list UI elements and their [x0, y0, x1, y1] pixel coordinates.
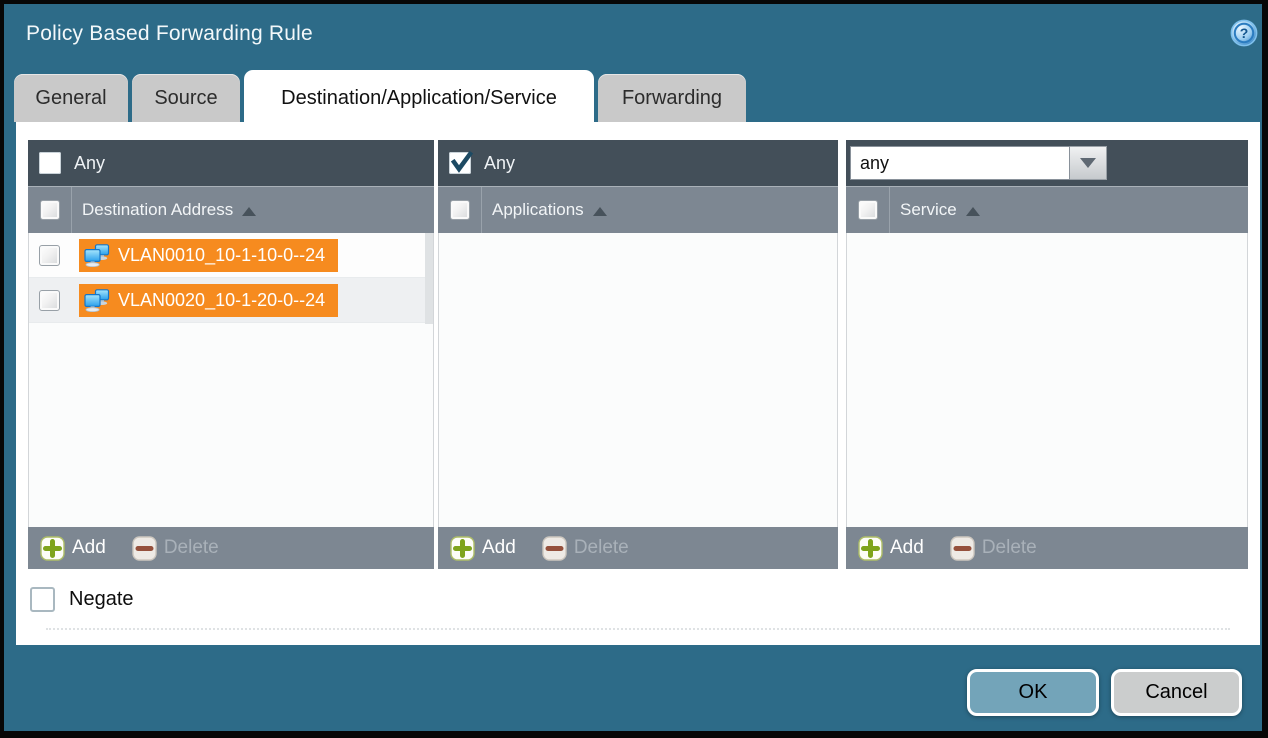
svg-text:?: ?: [1240, 25, 1249, 41]
sort-asc-icon: [966, 207, 980, 216]
select-all-cell: [28, 187, 72, 233]
minus-icon: [132, 536, 157, 561]
add-label: Add: [890, 537, 924, 559]
destination-any-bar: Any: [28, 140, 434, 186]
service-dropdown-value[interactable]: any: [850, 146, 1070, 180]
destination-list: VLAN0010_10-1-10-0--24 VLAN0020_10-1-20-…: [28, 233, 434, 527]
select-all-cell: [846, 187, 890, 233]
service-panel: any Service Add: [846, 140, 1248, 569]
service-dropdown-bar: any: [846, 140, 1248, 186]
network-icon: [84, 289, 111, 312]
select-all-cell: [438, 187, 482, 233]
network-icon: [84, 244, 111, 267]
cancel-button[interactable]: Cancel: [1111, 669, 1242, 716]
destination-column-header[interactable]: Destination Address: [28, 186, 434, 233]
plus-icon: [450, 536, 475, 561]
destination-address-panel: Any Destination Address: [28, 140, 434, 569]
tab-label: Source: [154, 87, 217, 110]
tab-label: General: [35, 87, 106, 110]
destination-any-checkbox[interactable]: [39, 152, 61, 174]
tab-source[interactable]: Source: [132, 74, 240, 122]
tab-label: Forwarding: [622, 87, 722, 110]
column-header-label: Destination Address: [82, 200, 233, 220]
destination-footer: Add Delete: [28, 527, 434, 569]
column-header-label: Service: [900, 200, 957, 220]
tab-general[interactable]: General: [14, 74, 128, 122]
address-chip[interactable]: VLAN0020_10-1-20-0--24: [79, 284, 338, 317]
row-checkbox[interactable]: [39, 290, 60, 311]
any-label: Any: [74, 153, 105, 174]
table-row[interactable]: VLAN0020_10-1-20-0--24: [29, 278, 433, 323]
plus-icon: [40, 536, 65, 561]
select-all-checkbox[interactable]: [40, 200, 60, 220]
table-row[interactable]: VLAN0010_10-1-10-0--24: [29, 233, 433, 278]
sort-asc-icon: [593, 207, 607, 216]
checkmark-icon: [450, 150, 474, 174]
plus-icon: [858, 536, 883, 561]
delete-button[interactable]: Delete: [950, 536, 1037, 561]
delete-label: Delete: [574, 537, 629, 559]
service-list: [846, 233, 1248, 527]
tab-destination-application-service[interactable]: Destination/Application/Service: [244, 70, 594, 126]
address-label: VLAN0020_10-1-20-0--24: [118, 290, 325, 311]
select-all-checkbox[interactable]: [858, 200, 878, 220]
sort-asc-icon: [242, 207, 256, 216]
dropdown-button[interactable]: [1070, 146, 1107, 180]
service-dropdown[interactable]: any: [850, 146, 1107, 180]
column-header-label: Applications: [492, 200, 584, 220]
add-label: Add: [482, 537, 516, 559]
address-chip[interactable]: VLAN0010_10-1-10-0--24: [79, 239, 338, 272]
delete-button[interactable]: Delete: [542, 536, 629, 561]
scrollbar[interactable]: [425, 233, 433, 324]
tab-label: Destination/Application/Service: [281, 87, 557, 110]
page-title: Policy Based Forwarding Rule: [26, 22, 313, 46]
negate-label: Negate: [69, 588, 134, 611]
applications-panel: Any Applications Add D: [438, 140, 838, 569]
delete-label: Delete: [982, 537, 1037, 559]
negate-checkbox[interactable]: [30, 587, 55, 612]
delete-button[interactable]: Delete: [132, 536, 219, 561]
help-icon[interactable]: ?: [1230, 19, 1258, 47]
minus-icon: [542, 536, 567, 561]
applications-footer: Add Delete: [438, 527, 838, 569]
service-footer: Add Delete: [846, 527, 1248, 569]
add-button[interactable]: Add: [450, 536, 516, 561]
chevron-down-icon: [1080, 158, 1096, 168]
address-label: VLAN0010_10-1-10-0--24: [118, 245, 325, 266]
delete-label: Delete: [164, 537, 219, 559]
add-button[interactable]: Add: [858, 536, 924, 561]
policy-forwarding-dialog: Policy Based Forwarding Rule ? General S…: [4, 4, 1262, 731]
service-column-header[interactable]: Service: [846, 186, 1248, 233]
applications-list: [438, 233, 838, 527]
ok-button[interactable]: OK: [967, 669, 1099, 716]
row-checkbox[interactable]: [39, 245, 60, 266]
any-label: Any: [484, 153, 515, 174]
applications-any-bar: Any: [438, 140, 838, 186]
negate-option: Negate: [30, 587, 134, 612]
add-button[interactable]: Add: [40, 536, 106, 561]
applications-any-checkbox[interactable]: [449, 152, 471, 174]
applications-column-header[interactable]: Applications: [438, 186, 838, 233]
add-label: Add: [72, 537, 106, 559]
minus-icon: [950, 536, 975, 561]
select-all-checkbox[interactable]: [450, 200, 470, 220]
tab-forwarding[interactable]: Forwarding: [598, 74, 746, 122]
